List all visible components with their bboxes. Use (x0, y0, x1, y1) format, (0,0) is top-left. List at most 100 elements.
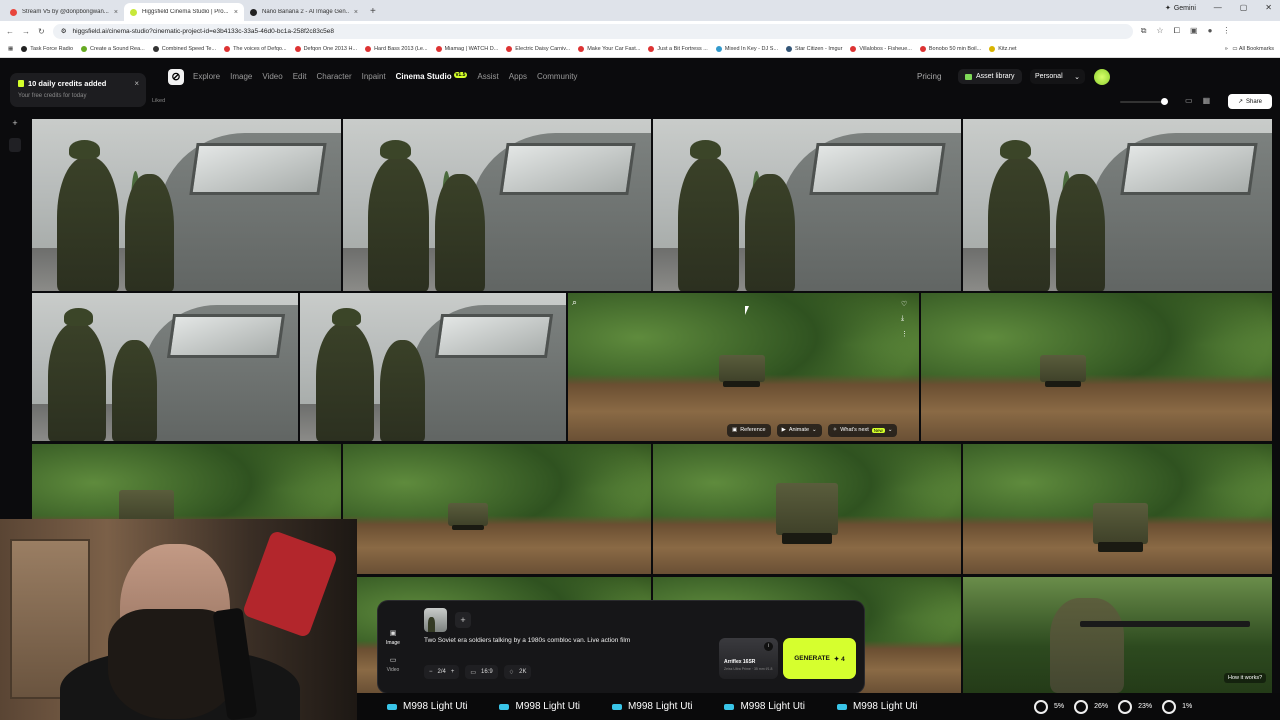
asset-library-button[interactable]: Asset library (958, 69, 1022, 84)
bookmark-item[interactable]: Task Force Radio (21, 46, 73, 52)
zoom-icon[interactable]: ⌕ (572, 297, 577, 308)
heart-icon[interactable]: ♡ (901, 300, 908, 308)
bookmark-item[interactable]: Bonobo 50 min Boil... (919, 46, 981, 52)
bookmark-item[interactable]: Miamag | WATCH D... (435, 46, 498, 52)
bookmark-item[interactable]: The voices of Defqo... (224, 46, 287, 52)
gallery-image[interactable] (343, 444, 651, 574)
prompt-input[interactable]: Two Soviet era soldiers talking by a 198… (424, 637, 630, 644)
decrement-button[interactable]: − (429, 669, 433, 675)
bookmark-item[interactable]: Just a Bit Fortress ... (648, 46, 708, 52)
increment-button[interactable]: + (451, 669, 455, 675)
avatar[interactable] (1094, 69, 1110, 85)
apps-grid-icon[interactable]: ▦ (8, 46, 13, 52)
minimize-icon[interactable]: — (1214, 3, 1222, 12)
back-icon[interactable]: ← (6, 27, 14, 36)
new-tab-button[interactable]: + (364, 3, 382, 21)
download-icon[interactable]: ⤓ (901, 315, 908, 323)
liked-filter[interactable]: Liked (152, 98, 165, 104)
aspect-ratio-icon: ▭ (470, 669, 477, 676)
browser-tab-active[interactable]: Higgsfield Cinema Studio | Pro... × (124, 3, 244, 21)
gallery-image[interactable] (963, 444, 1272, 574)
gallery-image-hovered[interactable] (568, 293, 919, 441)
bookmark-item[interactable]: Defqon One 2013 H... (294, 46, 357, 52)
whats-next-button[interactable]: ✧ What's next New ⌄ (827, 423, 898, 437)
nav-apps[interactable]: Apps (509, 72, 527, 81)
maximize-icon[interactable]: ▢ (1240, 3, 1248, 12)
workspace-select[interactable]: Personal ⌄ (1030, 69, 1085, 84)
favicon-icon (10, 8, 17, 16)
more-icon[interactable]: ⋮ (901, 330, 908, 338)
bookmark-item[interactable]: Hard Bass 2013 (Le... (365, 46, 428, 52)
bookmark-star-icon[interactable]: ☆ (1156, 26, 1163, 36)
reload-icon[interactable]: ↻ (38, 27, 45, 36)
how-it-works-link[interactable]: How it works? (1224, 673, 1267, 683)
image-icon: ▣ (389, 630, 397, 637)
bookmark-item[interactable]: Kitz.net (989, 46, 1017, 52)
mode-image[interactable]: ▣ Image (381, 629, 405, 646)
bookmark-item[interactable]: Combined Speed Te... (152, 46, 216, 52)
close-tab-icon[interactable]: × (354, 9, 358, 16)
gallery-image[interactable] (921, 293, 1272, 441)
close-tab-icon[interactable]: × (114, 9, 118, 16)
reference-button[interactable]: ▣ Reference (727, 423, 771, 437)
generate-button[interactable]: GENERATE ✦ 4 (783, 638, 856, 679)
nav-cinema-studio[interactable]: Cinema Studio v1.5 (396, 72, 468, 81)
nav-community[interactable]: Community (537, 72, 577, 81)
animate-button[interactable]: ▶ Animate ⌄ (776, 423, 822, 437)
gallery-image[interactable] (343, 119, 651, 291)
gallery-image[interactable] (32, 119, 341, 291)
mode-video[interactable]: ▭ Video (381, 656, 405, 673)
add-icon[interactable]: + (12, 118, 17, 128)
profile-icon[interactable]: ● (1208, 26, 1213, 36)
list-view-icon[interactable]: ▭ (1185, 96, 1193, 105)
helmet (379, 139, 411, 159)
pricing-link[interactable]: Pricing (917, 72, 941, 81)
nav-explore[interactable]: Explore (193, 72, 220, 81)
camera-select[interactable]: i Arriflex 16SR Zeiss Ultra Prime · 35 m… (719, 638, 778, 679)
bookmark-item[interactable]: Create a Sound Rea... (81, 46, 145, 52)
nav-character[interactable]: Character (316, 72, 351, 81)
generation-options: −2/4 + ▭ 16:9 ♢ 2K (424, 665, 532, 679)
all-bookmarks-button[interactable]: » ▭ All Bookmarks (1225, 46, 1274, 52)
gallery-image[interactable] (653, 444, 961, 574)
higgsfield-logo-icon[interactable]: ⊘ (168, 69, 184, 85)
history-icon[interactable] (9, 138, 21, 152)
nav-video[interactable]: Video (262, 72, 282, 81)
batch-count-stepper[interactable]: −2/4 + (424, 665, 460, 679)
browser-tab[interactable]: Nano Banana 2 - AI Image Gen... × (244, 3, 364, 21)
nav-assist[interactable]: Assist (477, 72, 498, 81)
gallery-image[interactable] (653, 119, 961, 291)
close-tab-icon[interactable]: × (234, 9, 238, 16)
info-icon[interactable]: i (764, 642, 773, 651)
bookmark-item[interactable]: Villalobos - Fisheue... (850, 46, 912, 52)
vehicle-icon (387, 703, 397, 710)
nav-edit[interactable]: Edit (293, 72, 307, 81)
forward-icon[interactable]: → (22, 27, 30, 36)
extensions-icon[interactable]: ⧠ (1174, 26, 1180, 36)
nav-inpaint[interactable]: Inpaint (362, 72, 386, 81)
site-info-icon[interactable]: ⚙ (61, 27, 67, 35)
close-icon[interactable]: × (134, 79, 139, 88)
install-icon[interactable]: ⧉ (1141, 26, 1147, 36)
sidepanel-icon[interactable]: ▣ (1190, 26, 1198, 36)
gallery-image[interactable] (32, 293, 298, 441)
menu-icon[interactable]: ⋮ (1222, 26, 1230, 36)
bookmark-item[interactable]: Electric Daisy Carniv... (506, 46, 570, 52)
aspect-ratio-select[interactable]: ▭ 16:9 (465, 665, 498, 679)
gallery-image[interactable] (963, 119, 1272, 291)
share-button[interactable]: ↗ Share (1228, 94, 1272, 109)
add-reference-button[interactable]: + (455, 612, 471, 628)
gemini-button[interactable]: ✦ Gemini (1165, 4, 1196, 13)
url-field[interactable]: ⚙ higgsfield.ai/cinema-studio?cinematic-… (52, 23, 1133, 39)
browser-tab[interactable]: Stream V5 by @donpbongwan... × (4, 3, 124, 21)
quality-select[interactable]: ♢ 2K (503, 665, 532, 679)
grid-view-icon[interactable]: ▦ (1203, 96, 1211, 105)
close-window-icon[interactable]: ✕ (1265, 3, 1272, 12)
bookmark-item[interactable]: Make Your Car Fast... (578, 46, 640, 52)
gallery-image[interactable] (300, 293, 566, 441)
slider-knob[interactable] (1161, 98, 1168, 105)
reference-thumbnail[interactable] (424, 608, 447, 632)
bookmark-item[interactable]: Star Citizen - Imgur (786, 46, 842, 52)
bookmark-item[interactable]: Mixed In Key - DJ S... (715, 46, 778, 52)
nav-image[interactable]: Image (230, 72, 252, 81)
